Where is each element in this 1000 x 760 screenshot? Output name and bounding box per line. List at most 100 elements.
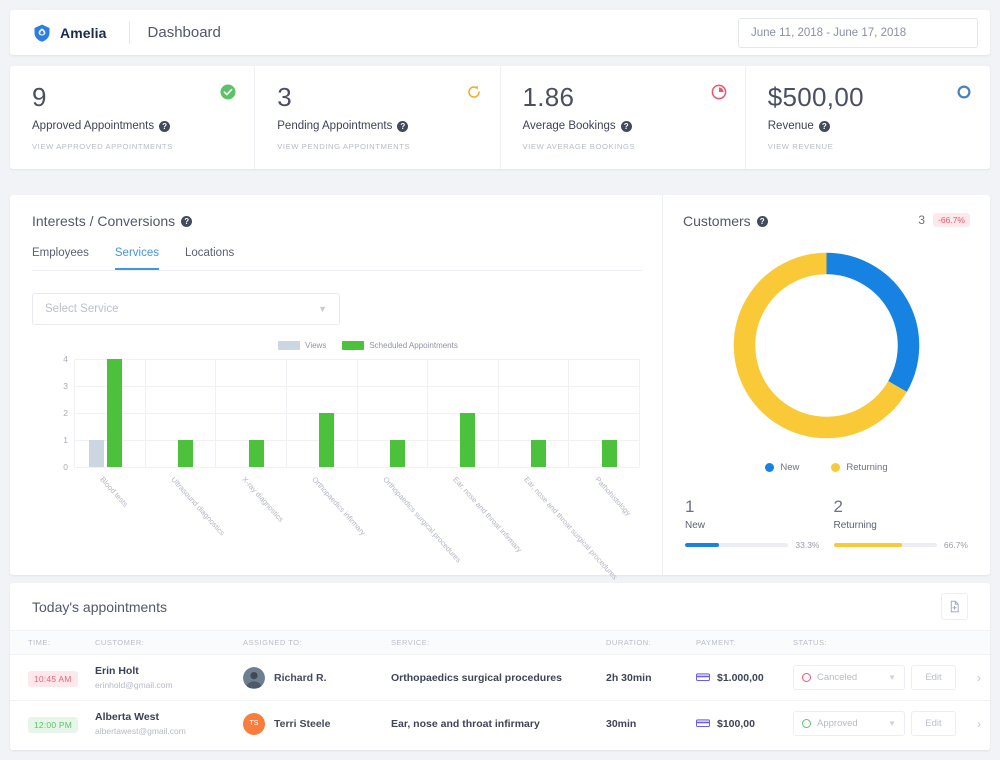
assignee-name: Richard R. bbox=[274, 671, 327, 684]
donut-legend: New Returning bbox=[683, 462, 970, 473]
service-select[interactable]: Select Service ▼ bbox=[32, 293, 340, 325]
chart-bar bbox=[460, 413, 476, 467]
export-document-icon[interactable] bbox=[941, 593, 968, 620]
grid-line bbox=[74, 467, 639, 468]
chart-plot-area: 0 1 2 3 4 bbox=[63, 354, 640, 472]
edit-button[interactable]: Edit bbox=[911, 665, 956, 690]
interests-tabs: Employees Services Locations bbox=[32, 247, 642, 271]
chevron-right-icon[interactable]: › bbox=[968, 671, 990, 685]
donut-legend-item-new: New bbox=[765, 462, 799, 473]
status-ring-icon bbox=[802, 673, 811, 682]
help-icon[interactable]: ? bbox=[620, 120, 632, 132]
kpi-label: Average Bookings ? bbox=[523, 120, 725, 132]
cell-customer: Alberta West albertawest@gmail.com bbox=[95, 711, 243, 736]
legend-label: New bbox=[780, 462, 800, 473]
progress-track bbox=[685, 543, 789, 547]
customers-title: Customers bbox=[683, 213, 751, 229]
kpi-row: 9 Approved Appointments ? VIEW APPROVED … bbox=[10, 66, 990, 169]
stat-percent: 66.7% bbox=[943, 540, 968, 550]
card-icon bbox=[695, 669, 711, 687]
appointments-table-header: TIME: CUSTOMER: ASSIGNED TO: SERVICE: DU… bbox=[10, 630, 990, 654]
chart-bar bbox=[531, 440, 547, 467]
x-axis-tick-label: Ultrasound diagnostics bbox=[169, 475, 227, 538]
chart-bar bbox=[389, 440, 405, 467]
legend-label: Scheduled Appointments bbox=[369, 341, 458, 350]
view-approved-appointments-link[interactable]: VIEW APPROVED APPOINTMENTS bbox=[32, 142, 234, 151]
customers-delta-badge: -66.7% bbox=[933, 213, 970, 227]
brand[interactable]: Amelia bbox=[22, 23, 107, 43]
stat-value: 2 bbox=[833, 497, 843, 516]
donut-segment-new bbox=[826, 252, 920, 392]
progress-track bbox=[833, 543, 937, 547]
cell-edit: Edit bbox=[911, 711, 968, 736]
help-icon[interactable]: ? bbox=[756, 215, 768, 227]
grid-line bbox=[215, 359, 216, 467]
legend-label: Views bbox=[305, 341, 327, 350]
date-range-picker[interactable]: June 11, 2018 - June 17, 2018 bbox=[738, 17, 978, 48]
help-icon[interactable]: ? bbox=[159, 120, 171, 132]
page-title: Dashboard bbox=[147, 24, 221, 41]
chart-bar bbox=[89, 440, 105, 467]
cell-payment: $1.000,00 bbox=[695, 669, 793, 687]
x-axis-tick-label: Ear, nose and throat infirmary bbox=[451, 475, 525, 555]
chevron-right-icon[interactable]: › bbox=[968, 717, 990, 731]
interests-conversions-panel: Interests / Conversions ? Employees Serv… bbox=[10, 195, 662, 581]
edit-button[interactable]: Edit bbox=[911, 711, 956, 736]
stat-returning: 2 Returning 66.7% bbox=[833, 497, 968, 550]
legend-label: Returning bbox=[846, 462, 888, 473]
brand-name: Amelia bbox=[60, 24, 107, 41]
stat-label: Returning bbox=[833, 520, 877, 531]
view-revenue-link[interactable]: VIEW REVENUE bbox=[768, 142, 970, 151]
cell-assigned-to: TS Terri Steele bbox=[243, 712, 391, 735]
check-circle-icon bbox=[220, 84, 236, 100]
progress-fill bbox=[685, 543, 720, 547]
kpi-label-text: Approved Appointments bbox=[32, 120, 155, 132]
dashboard-page: Amelia Dashboard June 11, 2018 - June 17… bbox=[0, 0, 1000, 760]
kpi-label: Approved Appointments ? bbox=[32, 120, 234, 132]
status-select[interactable]: Canceled ▼ bbox=[793, 665, 905, 690]
y-axis-tick: 1 bbox=[63, 435, 68, 445]
grid-line bbox=[286, 359, 287, 467]
table-row[interactable]: 10:45 AM Erin Holt erinhold@gmail.com Ri… bbox=[10, 654, 990, 700]
customer-name: Erin Holt bbox=[95, 665, 139, 677]
help-icon[interactable]: ? bbox=[181, 215, 193, 227]
kpi-label-text: Pending Appointments bbox=[277, 120, 393, 132]
customers-summary: 3 -66.7% bbox=[918, 213, 970, 227]
chevron-down-icon: ▼ bbox=[318, 304, 327, 314]
kpi-label: Revenue ? bbox=[768, 120, 970, 132]
tab-employees[interactable]: Employees bbox=[32, 247, 89, 270]
customers-stats: 1 New 33.3% 2 Returning 66.7% bbox=[683, 497, 970, 550]
chart-bar bbox=[319, 413, 335, 467]
stat-label: New bbox=[685, 520, 706, 531]
stat-progress-row: 33.3% bbox=[685, 540, 820, 550]
kpi-card-revenue: $500,00 Revenue ? VIEW REVENUE bbox=[744, 66, 990, 169]
tab-locations[interactable]: Locations bbox=[185, 247, 234, 270]
grid-line bbox=[145, 359, 146, 467]
grid-line bbox=[498, 359, 499, 467]
table-row[interactable]: 12:00 PM Alberta West albertawest@gmail.… bbox=[10, 700, 990, 746]
column-header-status: STATUS: bbox=[793, 638, 828, 647]
legend-swatch bbox=[278, 341, 301, 350]
y-axis-tick: 4 bbox=[63, 354, 68, 364]
stat-progress-row: 66.7% bbox=[833, 540, 968, 550]
customers-panel: Customers ? 3 -66.7% New Returning 1 New… bbox=[662, 195, 990, 575]
view-pending-appointments-link[interactable]: VIEW PENDING APPOINTMENTS bbox=[277, 142, 479, 151]
donut-legend-item-returning: Returning bbox=[831, 462, 888, 473]
x-axis-tick-label: Orthopaedics surgical procedures bbox=[381, 475, 463, 565]
interests-title: Interests / Conversions bbox=[32, 213, 176, 229]
help-icon[interactable]: ? bbox=[818, 120, 830, 132]
x-axis-tick-label: Orthopaedics infirmary bbox=[310, 475, 368, 538]
kpi-card-approved-appointments: 9 Approved Appointments ? VIEW APPROVED … bbox=[10, 66, 254, 169]
payment-amount: $1.000,00 bbox=[717, 671, 764, 684]
cell-payment: $100,00 bbox=[695, 715, 793, 733]
tab-services[interactable]: Services bbox=[114, 247, 159, 270]
cell-status: Approved ▼ bbox=[793, 711, 911, 736]
cell-time: 12:00 PM bbox=[10, 715, 95, 733]
view-average-bookings-link[interactable]: VIEW AVERAGE BOOKINGS bbox=[523, 142, 725, 151]
kpi-value: 1.86 bbox=[522, 82, 575, 112]
status-select[interactable]: Approved ▼ bbox=[793, 711, 905, 736]
column-header-time: TIME: bbox=[28, 638, 51, 647]
chevron-down-icon: ▼ bbox=[888, 673, 896, 682]
legend-dot bbox=[831, 463, 841, 472]
help-icon[interactable]: ? bbox=[397, 120, 409, 132]
